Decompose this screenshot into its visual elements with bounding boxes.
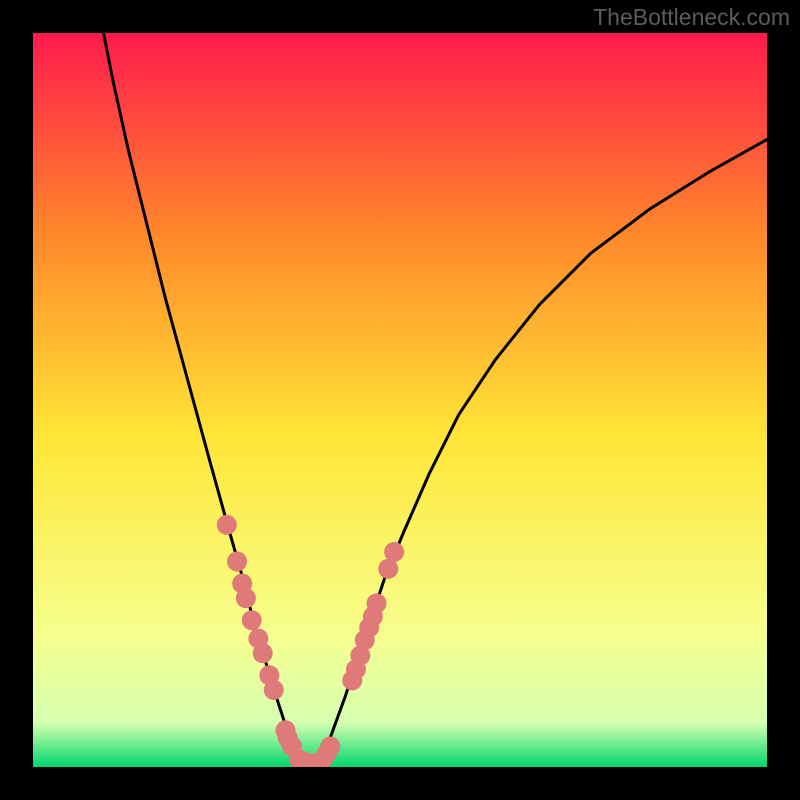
data-point <box>217 515 237 535</box>
bottleneck-chart <box>0 0 800 800</box>
data-point <box>264 680 284 700</box>
plot-background <box>33 33 767 767</box>
data-point <box>384 542 404 562</box>
data-point <box>227 551 247 571</box>
watermark-text: TheBottleneck.com <box>593 4 790 31</box>
data-point <box>367 593 387 613</box>
data-point <box>320 736 340 756</box>
chart-frame: TheBottleneck.com <box>0 0 800 800</box>
data-point <box>242 610 262 630</box>
data-point <box>236 588 256 608</box>
data-point <box>253 643 273 663</box>
